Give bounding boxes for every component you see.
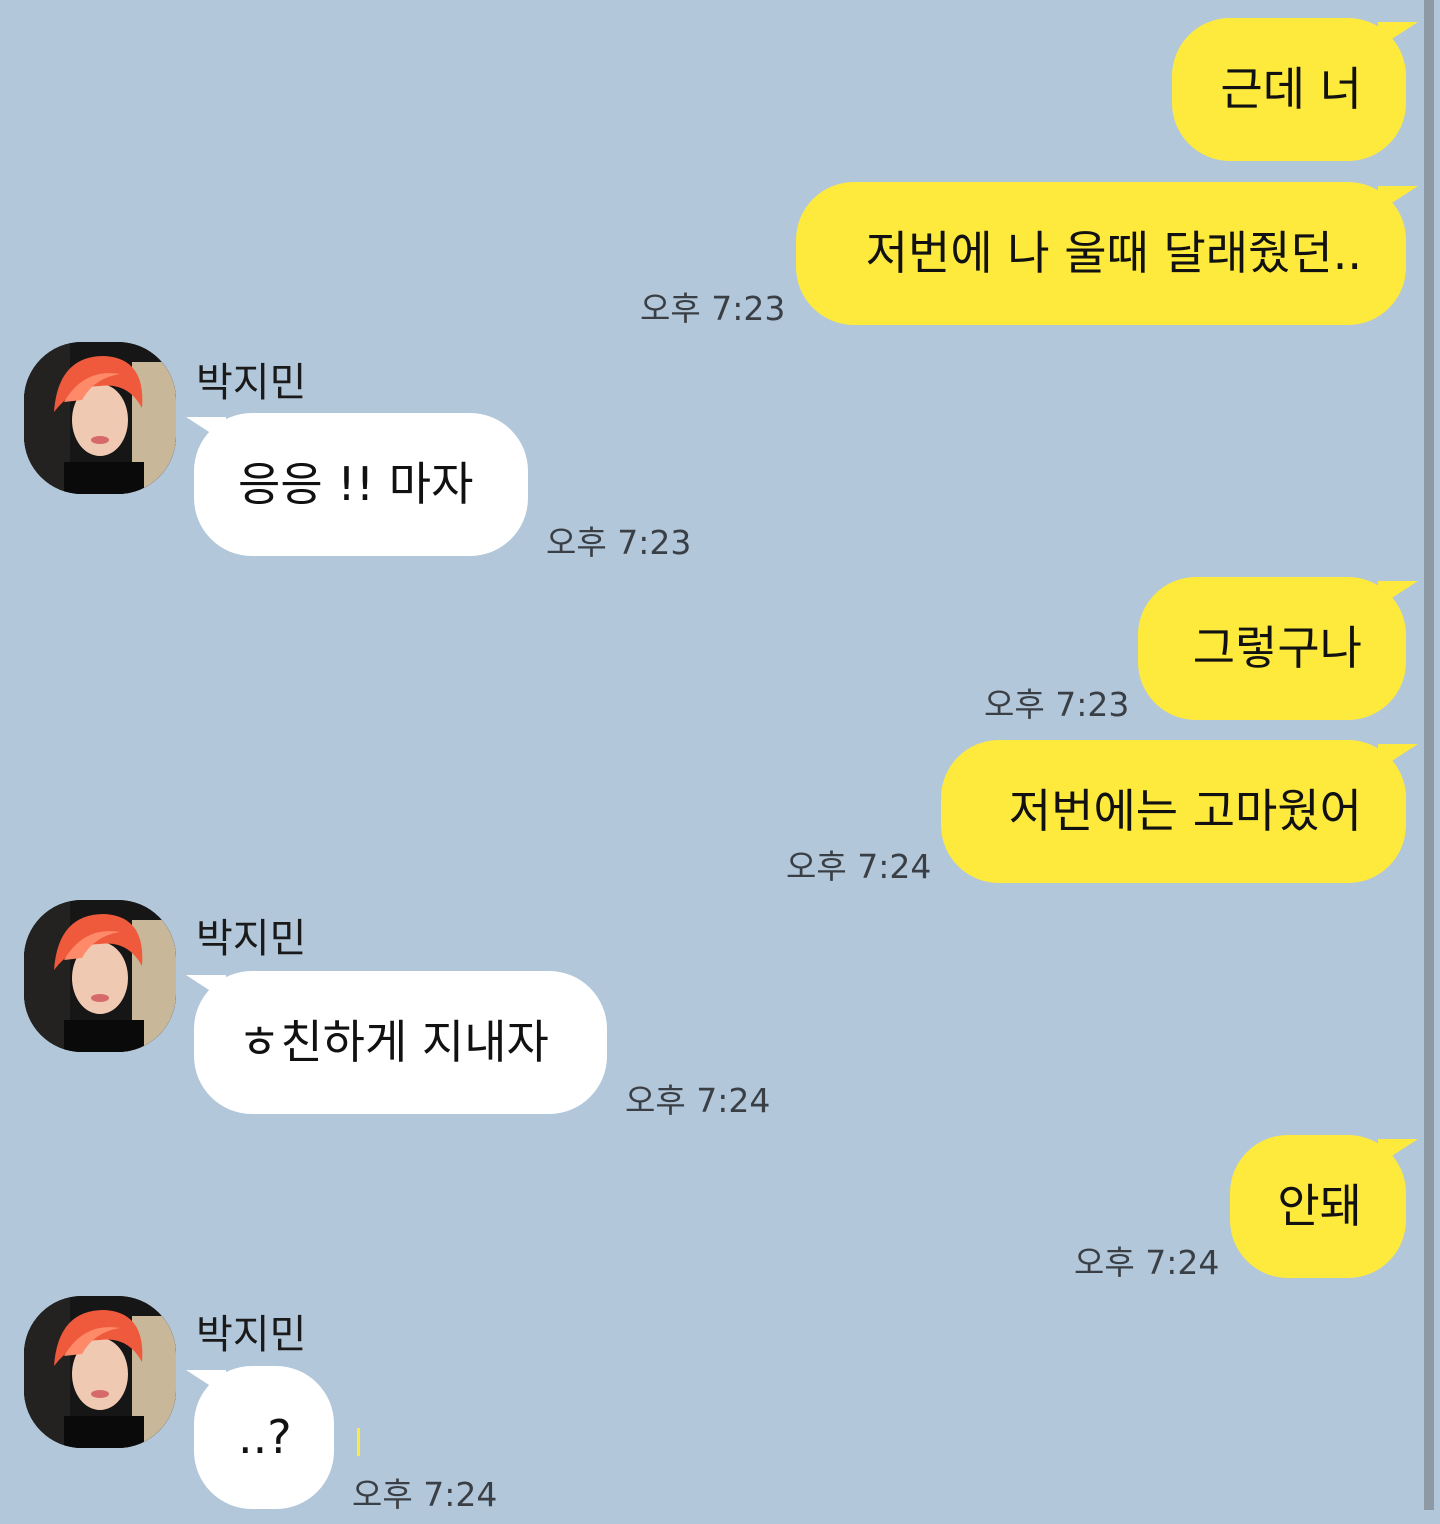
sender-name: 박지민 [196, 916, 307, 962]
chat-room: 근데 너 저번에 나 울때 달래줬던.. 오후 7:23 박지민 응응 !! 마… [0, 0, 1440, 1524]
my-message-bubble[interactable]: 저번에 나 울때 달래줬던.. [796, 182, 1406, 325]
message-timestamp: 오후 7:23 [640, 289, 786, 328]
avatar[interactable] [24, 900, 176, 1052]
their-message-bubble[interactable]: ㅎ친하게 지내자 [194, 971, 607, 1114]
message-timestamp: 오후 7:24 [1074, 1243, 1220, 1282]
avatar[interactable] [24, 1296, 176, 1448]
profile-photo-icon [24, 342, 176, 494]
my-message-bubble[interactable]: 근데 너 [1172, 18, 1406, 161]
message-timestamp: 오후 7:23 [546, 523, 692, 562]
bubble-tail [186, 1370, 226, 1396]
message-timestamp: 오후 7:24 [625, 1081, 771, 1120]
message-timestamp: 오후 7:24 [786, 847, 932, 886]
bubble-tail [1378, 22, 1418, 48]
bubble-tail [1378, 186, 1418, 212]
their-message-bubble[interactable]: 응응 !! 마자 [194, 413, 528, 556]
profile-photo-icon [24, 1296, 176, 1448]
avatar[interactable] [24, 342, 176, 494]
profile-photo-icon [24, 900, 176, 1052]
bubble-tail [186, 417, 226, 443]
sender-name: 박지민 [196, 1312, 307, 1358]
sender-name: 박지민 [196, 360, 307, 406]
text-cursor [357, 1428, 360, 1456]
my-message-bubble[interactable]: 저번에는 고마웠어 [941, 740, 1406, 883]
bubble-tail [1378, 744, 1418, 770]
bubble-tail [186, 975, 226, 1001]
bubble-tail [1378, 581, 1418, 607]
my-message-bubble[interactable]: 그렇구나 [1138, 577, 1406, 720]
message-timestamp: 오후 7:23 [984, 685, 1130, 724]
bubble-tail [1378, 1139, 1418, 1165]
scrollbar[interactable] [1424, 0, 1434, 1510]
message-timestamp: 오후 7:24 [352, 1475, 498, 1514]
